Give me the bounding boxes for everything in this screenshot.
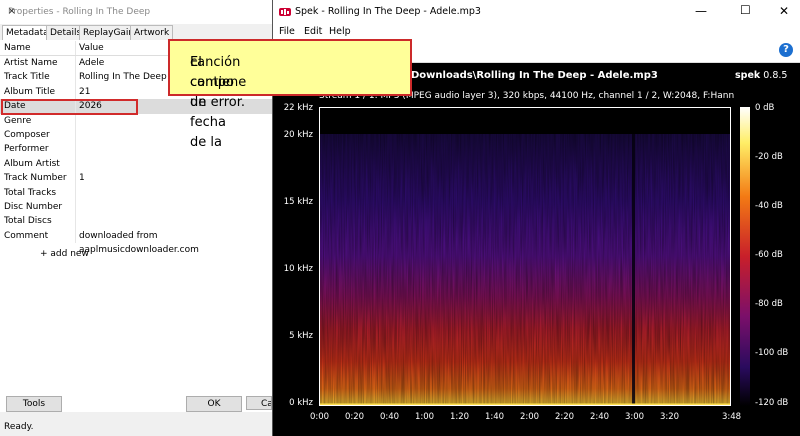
table-row[interactable]: Disc Number: [0, 200, 272, 215]
table-row[interactable]: Comment downloaded from aaplmusicdownload…: [0, 228, 272, 255]
spek-app-icon: [279, 8, 291, 16]
time-tick-label: 3:00: [625, 412, 645, 422]
db-tick-label: -80 dB: [755, 299, 783, 309]
row-name: Genre: [4, 115, 32, 126]
row-name: Comment: [4, 230, 49, 241]
db-tick-label: 0 dB: [755, 103, 775, 113]
table-row[interactable]: Total Discs: [0, 214, 272, 229]
table-row[interactable]: Total Tracks: [0, 185, 272, 200]
help-icon[interactable]: ?: [779, 43, 793, 57]
tab-artwork[interactable]: Artwork: [130, 25, 174, 40]
spek-version-number: 0.8.5: [763, 70, 788, 81]
properties-title-bar: Properties - Rolling In The Deep ✕: [0, 0, 280, 24]
row-name: Track Title: [4, 72, 50, 83]
row-name: Total Discs: [4, 216, 52, 227]
time-tick-label: 1:00: [415, 412, 435, 422]
menu-file[interactable]: File: [279, 26, 295, 37]
time-tick-label: 1:40: [485, 412, 505, 422]
menu-edit[interactable]: Edit: [304, 26, 322, 37]
date-row-highlight: [1, 99, 138, 115]
maximize-icon[interactable]: ☐: [740, 3, 751, 17]
db-color-scale: [740, 107, 750, 406]
time-tick-label: 0:00: [310, 412, 330, 422]
close-icon[interactable]: ✕: [8, 7, 16, 17]
row-name: Artist Name: [4, 58, 58, 68]
ok-button[interactable]: OK: [186, 396, 242, 412]
spek-title: Spek - Rolling In The Deep - Adele.mp3: [295, 6, 481, 17]
freq-tick-label: 5 kHz: [289, 331, 313, 341]
time-tick-label: 2:00: [520, 412, 540, 422]
file-path: Downloads\Rolling In The Deep - Adele.mp…: [411, 70, 658, 81]
row-value[interactable]: Rolling In The Deep: [79, 70, 167, 84]
properties-title: Properties - Rolling In The Deep: [8, 7, 151, 17]
table-row[interactable]: Track Number 1: [0, 171, 272, 186]
annotation-callout: El campo de fecha de la canción contiene …: [168, 39, 412, 150]
cancel-button[interactable]: Ca: [246, 396, 272, 410]
row-name: Total Tracks: [4, 187, 57, 198]
add-new-link[interactable]: + add new: [40, 249, 89, 259]
freq-tick-label: 10 kHz: [283, 264, 313, 274]
freq-tick-label: 22 kHz: [283, 103, 313, 113]
row-name: Album Artist: [4, 158, 60, 169]
db-tick-label: -60 dB: [755, 250, 783, 260]
status-text: Ready.: [4, 422, 34, 432]
row-value[interactable]: Adele: [79, 56, 104, 70]
freq-tick-label: 15 kHz: [283, 197, 313, 207]
row-value[interactable]: downloaded from aaplmusicdownloader.com: [79, 229, 272, 258]
row-value[interactable]: 1: [79, 171, 85, 185]
spek-version: spek 0.8.5: [735, 70, 787, 81]
row-name: Disc Number: [4, 202, 63, 212]
tools-button[interactable]: Tools: [6, 396, 62, 412]
plot-frame: [319, 107, 731, 406]
time-tick-label: 0:40: [380, 412, 400, 422]
callout-line2: canción contiene un error.: [190, 55, 247, 110]
row-name: Track Number: [4, 173, 67, 184]
time-tick-label: 1:20: [450, 412, 470, 422]
status-bar: Ready.: [0, 418, 272, 436]
row-name: Composer: [4, 130, 50, 140]
minimize-icon[interactable]: —: [695, 4, 707, 18]
time-tick-label: 2:40: [590, 412, 610, 422]
column-header-name[interactable]: Name: [4, 41, 31, 55]
spek-version-name: spek: [735, 70, 761, 81]
db-tick-label: -120 dB: [755, 398, 789, 408]
row-value[interactable]: 21: [79, 85, 90, 99]
time-tick-label: 3:20: [660, 412, 680, 422]
freq-tick-label: 20 kHz: [283, 130, 313, 140]
time-tick-label: 2:20: [555, 412, 575, 422]
db-tick-label: -40 dB: [755, 201, 783, 211]
freq-tick-label: 0 kHz: [289, 398, 313, 408]
time-tick-label: 0:20: [345, 412, 365, 422]
menu-help[interactable]: Help: [329, 26, 351, 37]
row-name: Performer: [4, 144, 49, 155]
spek-title-bar: Spek - Rolling In The Deep - Adele.mp3 —…: [273, 0, 800, 24]
db-tick-label: -20 dB: [755, 152, 783, 162]
db-tick-label: -100 dB: [755, 348, 789, 358]
row-name: Album Title: [4, 86, 55, 97]
close-icon[interactable]: ✕: [779, 4, 789, 18]
column-header-value[interactable]: Value: [79, 41, 104, 55]
time-tick-label: 3:48: [722, 412, 742, 422]
table-row[interactable]: Album Artist: [0, 156, 272, 172]
menu-bar: File Edit Help: [273, 24, 800, 40]
